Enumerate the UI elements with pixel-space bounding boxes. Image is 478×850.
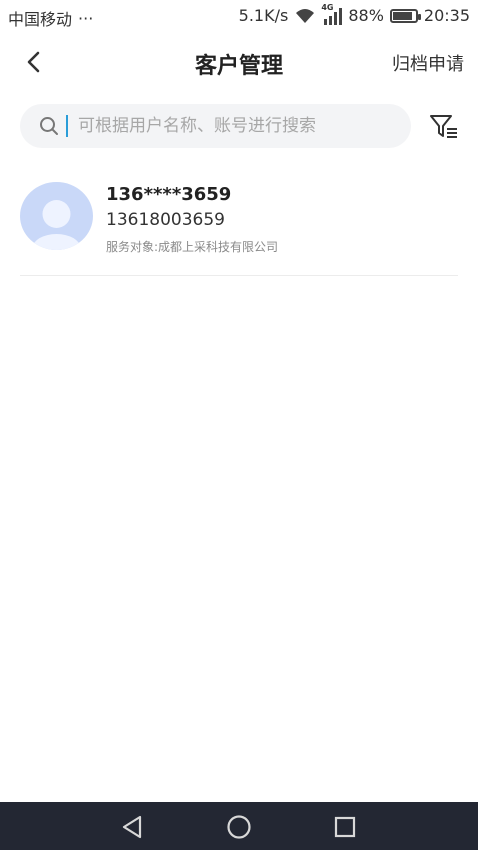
archive-apply-button[interactable]: 归档申请 (392, 50, 464, 76)
more-indicator: ··· (78, 8, 94, 28)
search-bar[interactable] (20, 104, 411, 148)
client-phone: 13618003659 (106, 210, 225, 230)
filter-button[interactable] (428, 112, 460, 142)
clock: 20:35 (423, 6, 470, 25)
square-recent-icon (334, 816, 356, 838)
search-icon (38, 115, 60, 137)
nav-recent-button[interactable] (330, 812, 360, 842)
app-header: 客户管理 归档申请 (0, 36, 478, 88)
circle-home-icon (227, 815, 251, 839)
battery-fill (392, 11, 412, 20)
client-service: 服务对象:成都上采科技有限公司 (106, 240, 279, 254)
filter-icon (430, 115, 457, 138)
battery-icon (389, 8, 421, 23)
client-name: 136****3659 (106, 184, 232, 205)
network-type-label: 4G (321, 2, 334, 12)
user-placeholder-icon (32, 200, 81, 250)
text-caret (66, 115, 68, 137)
avatar (20, 182, 93, 250)
status-right: 5.1K/s 4G 88% 20:35 (238, 3, 470, 26)
client-list-item[interactable]: 136****3659 13618003659 服务对象:成都上采科技有限公司 (20, 180, 458, 276)
triangle-back-icon (122, 815, 142, 839)
nav-home-button[interactable] (224, 812, 254, 842)
signal-icon: 4G (321, 3, 343, 25)
battery-percent: 88% (348, 6, 384, 25)
navigation-bar (0, 802, 478, 850)
carrier-label: 中国移动 (8, 10, 73, 29)
status-bar: 中国移动 ··· 5.1K/s 4G 88% 20:35 (0, 0, 478, 32)
wifi-icon (294, 7, 316, 25)
search-input[interactable] (76, 115, 411, 137)
status-left: 中国移动 ··· (8, 6, 93, 30)
network-speed: 5.1K/s (238, 6, 289, 25)
nav-back-button[interactable] (118, 812, 148, 842)
